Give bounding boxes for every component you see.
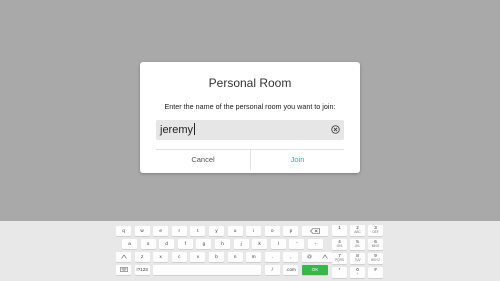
join-button[interactable]: Join <box>251 150 344 170</box>
keyboard-icon <box>119 267 128 272</box>
key-h[interactable]: h <box>215 239 230 249</box>
numpad-key-7[interactable]: 7 PQRS <box>332 253 347 264</box>
backspace-key[interactable] <box>302 226 328 236</box>
key-u[interactable]: u <box>227 226 243 236</box>
numpad-key-6[interactable]: 6 MNO <box>368 239 383 250</box>
numpad-key-0[interactable]: 0 + <box>350 267 365 278</box>
key-w[interactable]: w <box>134 226 150 236</box>
backspace-icon <box>310 228 320 234</box>
numpad-letters: DEF <box>372 230 379 234</box>
numpad-key-2[interactable]: 2 ABC <box>350 225 365 236</box>
ok-key[interactable]: OK <box>302 265 328 275</box>
key-e[interactable]: e <box>153 226 169 236</box>
key-s[interactable]: s <box>140 239 156 249</box>
key-x[interactable]: x <box>153 252 169 262</box>
numpad-letters: TUV <box>354 258 361 262</box>
space-key[interactable] <box>153 265 262 275</box>
key-l[interactable]: l <box>270 239 286 249</box>
key-v[interactable]: v <box>190 252 206 262</box>
key-apostrophe[interactable]: ' <box>289 239 305 249</box>
dotcom-key[interactable]: .com <box>283 265 299 275</box>
key-g[interactable]: g <box>196 239 212 249</box>
key-d[interactable]: d <box>159 239 175 249</box>
key-t[interactable]: t <box>190 226 206 236</box>
room-name-value: jeremy <box>160 124 194 136</box>
key-p[interactable]: p <box>283 226 299 236</box>
key-period[interactable]: . <box>264 252 280 262</box>
numpad-key-1[interactable]: 1 <box>332 225 347 236</box>
numpad-letters: WXYZ <box>370 258 381 262</box>
numpad-digit: * <box>338 267 341 272</box>
room-name-input[interactable]: jeremy <box>156 120 344 140</box>
key-r[interactable]: r <box>171 226 187 236</box>
key-c[interactable]: c <box>171 252 187 262</box>
key-m[interactable]: m <box>246 252 262 262</box>
clear-icon[interactable] <box>331 125 340 134</box>
shift-icon <box>321 254 328 259</box>
numpad-key-5[interactable]: 5 JKL <box>350 239 365 250</box>
hide-keyboard-key[interactable] <box>116 265 131 275</box>
numpad-letters: JKL <box>354 244 361 248</box>
key-a[interactable]: a <box>122 239 137 249</box>
personal-room-dialog: Personal Room Enter the name of the pers… <box>140 62 360 173</box>
numpad-digit: # <box>374 267 377 272</box>
key-y[interactable]: y <box>209 226 224 236</box>
key-at[interactable]: @ <box>302 252 317 262</box>
numpad-key-8[interactable]: 8 TUV <box>350 253 365 264</box>
shift-icon <box>120 254 127 259</box>
shift-key-left[interactable] <box>116 252 131 262</box>
key-slash[interactable]: / <box>264 265 280 275</box>
numpad-key-4[interactable]: 4 GHI <box>332 239 347 250</box>
key-q[interactable]: q <box>116 226 131 236</box>
numpad-letters: MNO <box>371 244 380 248</box>
numpad-letters: GHI <box>336 244 343 248</box>
numpad-letters: + <box>356 272 359 276</box>
key-o[interactable]: o <box>264 226 280 236</box>
numpad-letters: ABC <box>354 230 361 234</box>
text-caret <box>194 123 196 135</box>
symbols-key[interactable]: !?123 <box>134 265 150 275</box>
key-hyphen[interactable]: - <box>308 239 323 249</box>
key-k[interactable]: k <box>252 239 268 249</box>
key-f[interactable]: f <box>177 239 193 249</box>
room-name-input-text: jeremy <box>160 123 196 136</box>
key-b[interactable]: b <box>209 252 224 262</box>
numpad-key-hash[interactable]: # <box>368 267 383 278</box>
key-i[interactable]: i <box>246 226 262 236</box>
numpad-letters: PQRS <box>334 258 345 262</box>
numpad-key-star[interactable]: * <box>332 267 347 278</box>
on-screen-keyboard: q w e r t y u i o p a s d f g h j k l ' - z x c v b n m., @ !?123 /.co… <box>0 221 500 281</box>
numpad-key-9[interactable]: 9 WXYZ <box>368 253 383 264</box>
numpad-digit: 1 <box>338 225 341 230</box>
key-n[interactable]: n <box>227 252 243 262</box>
key-j[interactable]: j <box>233 239 249 249</box>
numpad-key-3[interactable]: 3 DEF <box>368 225 383 236</box>
key-z[interactable]: z <box>134 252 150 262</box>
dialog-prompt: Enter the name of the personal room you … <box>164 102 336 111</box>
cancel-button[interactable]: Cancel <box>156 150 250 170</box>
dialog-title: Personal Room <box>208 76 292 90</box>
key-comma[interactable]: , <box>283 252 299 262</box>
shift-key-right[interactable] <box>317 252 332 262</box>
